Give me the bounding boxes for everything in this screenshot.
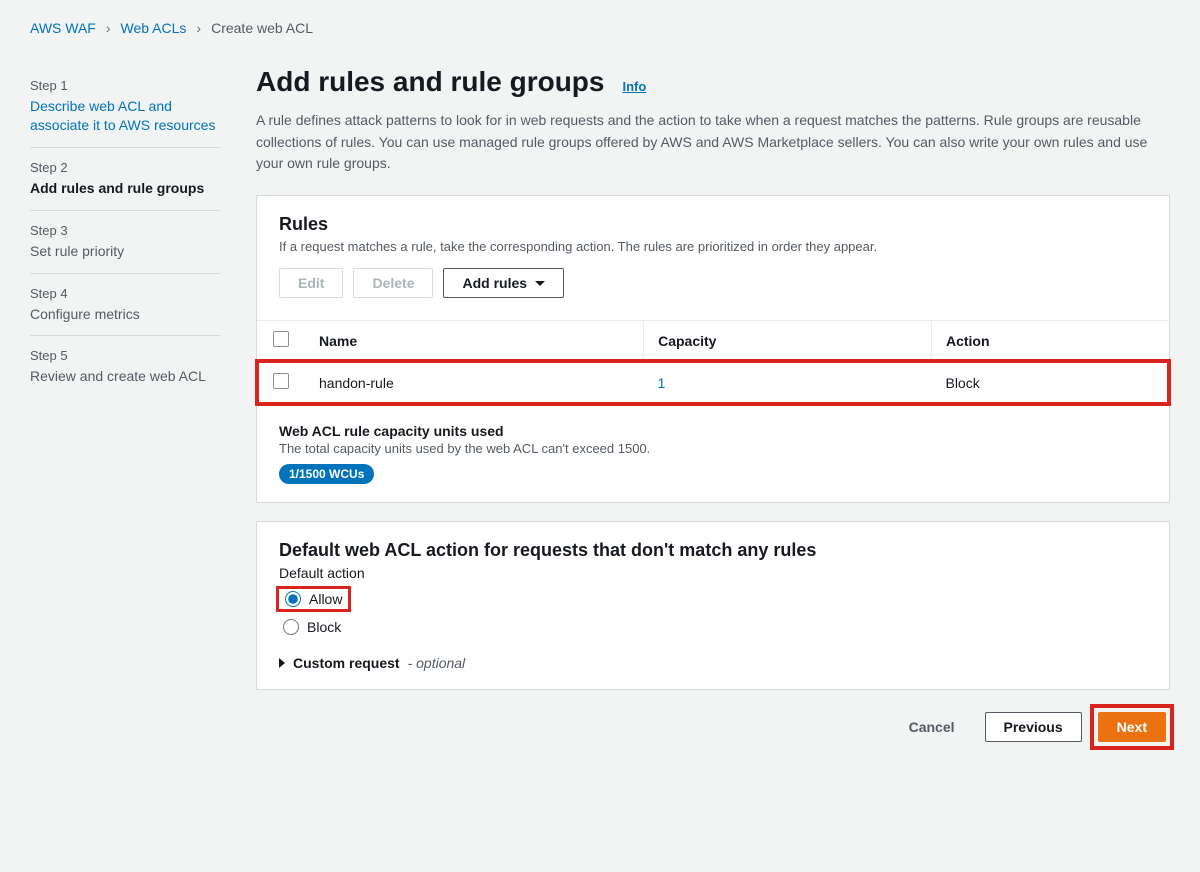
step-number: Step 5 xyxy=(30,348,220,363)
chevron-right-icon: › xyxy=(106,20,111,36)
table-row[interactable]: handon-rule 1 Block xyxy=(257,361,1169,405)
rule-capacity: 1 xyxy=(644,361,932,405)
col-name: Name xyxy=(305,321,644,361)
step-number: Step 3 xyxy=(30,223,220,238)
rules-subtitle: If a request matches a rule, take the co… xyxy=(279,239,1147,254)
step-number: Step 4 xyxy=(30,286,220,301)
step-2[interactable]: Step 2 Add rules and rule groups xyxy=(30,148,220,211)
radio-allow-label: Allow xyxy=(309,591,342,607)
radio-block-input[interactable] xyxy=(283,619,299,635)
row-checkbox[interactable] xyxy=(273,373,289,389)
triangle-right-icon xyxy=(279,658,285,668)
custom-request-optional: - optional xyxy=(408,655,466,671)
add-rules-button[interactable]: Add rules xyxy=(443,268,564,298)
step-title: Describe web ACL and associate it to AWS… xyxy=(30,97,220,135)
wizard-footer: Cancel Previous Next xyxy=(256,708,1170,746)
radio-allow[interactable]: Allow xyxy=(279,589,348,609)
delete-button[interactable]: Delete xyxy=(353,268,433,298)
edit-button[interactable]: Edit xyxy=(279,268,343,298)
select-all-checkbox[interactable] xyxy=(273,331,289,347)
step-1[interactable]: Step 1 Describe web ACL and associate it… xyxy=(30,66,220,148)
add-rules-label: Add rules xyxy=(462,275,527,291)
rule-name: handon-rule xyxy=(305,361,644,405)
caret-down-icon xyxy=(535,281,545,286)
chevron-right-icon: › xyxy=(196,20,201,36)
col-action: Action xyxy=(931,321,1169,361)
breadcrumb-web-acls[interactable]: Web ACLs xyxy=(121,20,187,36)
radio-allow-input[interactable] xyxy=(285,591,301,607)
rules-title: Rules xyxy=(279,214,1147,235)
step-5[interactable]: Step 5 Review and create web ACL xyxy=(30,336,220,398)
default-action-title: Default web ACL action for requests that… xyxy=(279,540,1147,561)
step-title: Add rules and rule groups xyxy=(30,179,220,198)
capacity-title: Web ACL rule capacity units used xyxy=(279,423,1147,439)
capacity-subtitle: The total capacity units used by the web… xyxy=(279,441,1147,456)
step-title: Review and create web ACL xyxy=(30,367,220,386)
rules-panel: Rules If a request matches a rule, take … xyxy=(256,195,1170,503)
breadcrumb-aws-waf[interactable]: AWS WAF xyxy=(30,20,96,36)
rule-action: Block xyxy=(931,361,1169,405)
step-number: Step 2 xyxy=(30,160,220,175)
wizard-sidebar: Step 1 Describe web ACL and associate it… xyxy=(30,66,220,746)
step-title: Configure metrics xyxy=(30,305,220,324)
capacity-badge: 1/1500 WCUs xyxy=(279,464,374,484)
radio-block-label: Block xyxy=(307,619,341,635)
step-4[interactable]: Step 4 Configure metrics xyxy=(30,274,220,337)
step-3[interactable]: Step 3 Set rule priority xyxy=(30,211,220,274)
previous-button[interactable]: Previous xyxy=(985,712,1082,742)
radio-block[interactable]: Block xyxy=(279,617,1147,637)
col-capacity: Capacity xyxy=(644,321,932,361)
custom-request-label: Custom request xyxy=(293,655,400,671)
info-link[interactable]: Info xyxy=(622,79,646,94)
step-title: Set rule priority xyxy=(30,242,220,261)
next-button[interactable]: Next xyxy=(1098,712,1166,742)
capacity-section: Web ACL rule capacity units used The tot… xyxy=(257,404,1169,502)
page-title: Add rules and rule groups xyxy=(256,66,604,98)
default-action-panel: Default web ACL action for requests that… xyxy=(256,521,1170,690)
step-number: Step 1 xyxy=(30,78,220,93)
default-action-label: Default action xyxy=(279,565,1147,581)
breadcrumb-current: Create web ACL xyxy=(211,20,313,36)
page-description: A rule defines attack patterns to look f… xyxy=(256,110,1170,175)
custom-request-toggle[interactable]: Custom request - optional xyxy=(279,655,1147,671)
breadcrumb: AWS WAF › Web ACLs › Create web ACL xyxy=(30,20,1170,36)
cancel-button[interactable]: Cancel xyxy=(891,713,973,741)
rules-table: Name Capacity Action handon-rule 1 Block xyxy=(257,320,1169,404)
